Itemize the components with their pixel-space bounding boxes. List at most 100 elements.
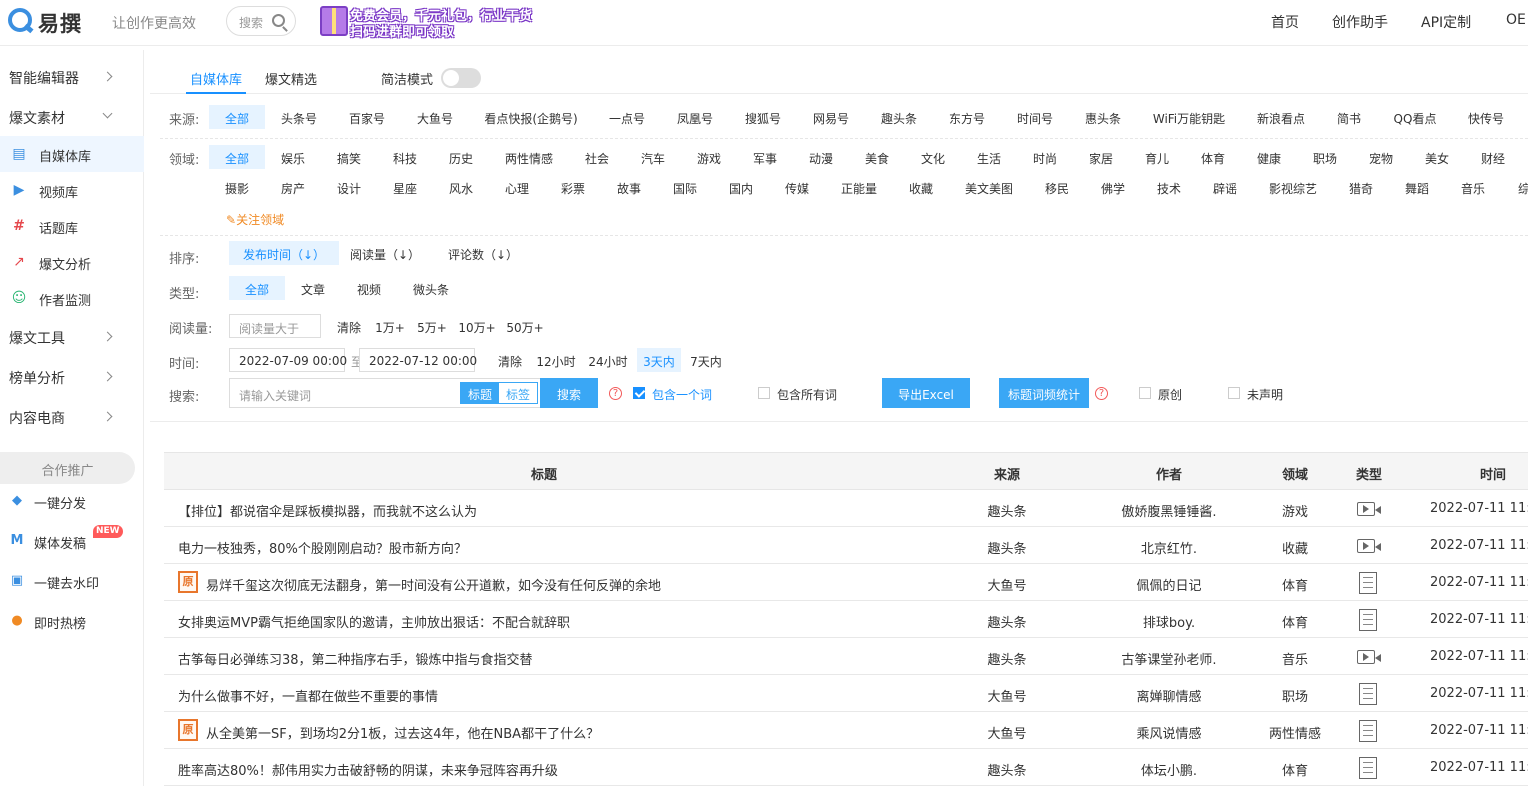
time-clear[interactable]: 清除 xyxy=(492,348,528,372)
source-option[interactable]: 头条号 xyxy=(273,105,325,129)
domain-option[interactable]: 全部 xyxy=(209,145,265,169)
domain-option[interactable]: 军事 xyxy=(743,145,787,169)
time-24h[interactable]: 24小时 xyxy=(586,348,630,372)
domain-option[interactable]: 健康 xyxy=(1247,145,1291,169)
row-author[interactable]: 傲娇腹黑锤锤酱. xyxy=(1121,501,1216,520)
original-label[interactable]: 原创 xyxy=(1158,386,1182,403)
nav-more[interactable]: OE xyxy=(1506,12,1526,28)
source-option[interactable]: 看点快报(企鹅号) xyxy=(479,105,583,129)
sort-read-count[interactable]: 阅读量（↓） xyxy=(345,241,425,265)
row-author[interactable]: 乘风说情感 xyxy=(1136,723,1201,742)
title-frequency-button[interactable]: 标题词频统计 xyxy=(999,378,1089,408)
reads-10k[interactable]: 1万+ xyxy=(372,314,408,338)
sidebar-item-article-analysis[interactable]: ↗ 爆文分析 xyxy=(0,244,144,280)
sidebar-extra-distribute[interactable]: ◆ 一键分发 xyxy=(0,488,144,518)
table-row[interactable]: 古筝每日必弹练习38，第二种指序右手，锻炼中指与食指交替 趣头条 古筝课堂孙老师. 音… xyxy=(164,638,1528,675)
domain-option[interactable]: 两性情感 xyxy=(497,145,561,169)
promo-banner[interactable]: 免费会员，千元礼包，行业干货 扫码进群即可领取 xyxy=(320,4,546,40)
domain-option[interactable]: 游戏 xyxy=(687,145,731,169)
domain-option[interactable]: 美女 xyxy=(1415,145,1459,169)
scope-tag[interactable]: 标签 xyxy=(499,383,537,403)
domain-option[interactable]: 猎奇 xyxy=(1339,175,1383,199)
domain-option[interactable]: 娱乐 xyxy=(271,145,315,169)
sidebar-group-material[interactable]: 爆文素材 xyxy=(9,108,65,128)
source-option[interactable]: 东方号 xyxy=(941,105,993,129)
export-excel-button[interactable]: 导出Excel xyxy=(882,378,970,408)
row-title[interactable]: 易烊千玺这次彻底无法翻身，第一时间没有公开道歉，如今没有任何反弹的余地 xyxy=(206,575,661,594)
domain-option[interactable]: 搞笑 xyxy=(327,145,371,169)
reads-500k[interactable]: 50万+ xyxy=(504,314,546,338)
domain-option[interactable]: 传媒 xyxy=(775,175,819,199)
row-title[interactable]: 胜率高达80%！郝伟用实力击破舒畅的阴谋，未来争冠阵容再升级 xyxy=(178,760,558,779)
row-author[interactable]: 古筝课堂孙老师. xyxy=(1121,649,1216,668)
nav-writing-assistant[interactable]: 创作助手 xyxy=(1332,12,1388,32)
row-title[interactable]: 从全美第一SF，到场均2分1板，过去这4年，他在NBA都干了什么？ xyxy=(206,723,599,742)
domain-option[interactable]: 体育 xyxy=(1191,145,1235,169)
reads-50k[interactable]: 5万+ xyxy=(414,314,450,338)
original-checkbox[interactable] xyxy=(1139,387,1151,399)
source-option[interactable]: QQ看点 xyxy=(1387,105,1443,129)
source-option[interactable]: 百家号 xyxy=(341,105,393,129)
date-from-input[interactable]: 2022-07-09 00:00 xyxy=(229,348,347,372)
row-author[interactable]: 佩佩的日记 xyxy=(1136,575,1201,594)
follow-domain-link[interactable]: ✎关注领域 xyxy=(226,211,284,228)
domain-option[interactable]: 正能量 xyxy=(833,175,885,199)
sidebar-group-tools[interactable]: 爆文工具 xyxy=(9,328,65,348)
sidebar-group-rank[interactable]: 榜单分析 xyxy=(9,368,65,388)
domain-option[interactable]: 综 xyxy=(1518,175,1528,199)
source-option[interactable]: 搜狐号 xyxy=(737,105,789,129)
undeclared-checkbox[interactable] xyxy=(1228,387,1240,399)
domain-option[interactable]: 音乐 xyxy=(1451,175,1495,199)
domain-option[interactable]: 国际 xyxy=(663,175,707,199)
domain-option[interactable]: 影视综艺 xyxy=(1261,175,1325,199)
scope-title[interactable]: 标题 xyxy=(461,383,499,403)
source-option[interactable]: 网易号 xyxy=(805,105,857,129)
domain-option[interactable]: 佛学 xyxy=(1091,175,1135,199)
source-option[interactable]: 凤凰号 xyxy=(669,105,721,129)
include-all-label[interactable]: 包含所有词 xyxy=(777,386,837,403)
row-author[interactable]: 体坛小鹏. xyxy=(1141,760,1197,779)
include-one-checkbox[interactable] xyxy=(633,387,645,399)
domain-option[interactable]: 汽车 xyxy=(631,145,675,169)
table-row[interactable]: 胜率高达80%！郝伟用实力击破舒畅的阴谋，未来争冠阵容再升级 趣头条 体坛小鹏. 体育… xyxy=(164,749,1528,786)
table-row[interactable]: 电力一枝独秀，80%个股刚刚启动？股市新方向？ 趣头条 北京红竹. 收藏 2022-07… xyxy=(164,527,1528,564)
include-one-label[interactable]: 包含一个词 xyxy=(652,386,712,403)
sidebar-group-editor[interactable]: 智能编辑器 xyxy=(9,68,79,88)
row-title[interactable]: 电力一枝独秀，80%个股刚刚启动？股市新方向？ xyxy=(178,538,467,557)
sidebar-extra-hot-list[interactable]: ● 即时热榜 xyxy=(0,608,144,638)
domain-option[interactable]: 时尚 xyxy=(1023,145,1067,169)
reads-clear[interactable]: 清除 xyxy=(331,314,367,338)
domain-option[interactable]: 心理 xyxy=(495,175,539,199)
domain-option[interactable]: 宠物 xyxy=(1359,145,1403,169)
domain-option[interactable]: 彩票 xyxy=(551,175,595,199)
help-icon[interactable]: ? xyxy=(609,387,622,400)
sidebar-item-author-monitor[interactable]: ☺ 作者监测 xyxy=(0,280,144,316)
table-row[interactable]: 为什么做事不好，一直都在做些不重要的事情 大鱼号 离婵聊情感 职场 2022-07-11… xyxy=(164,675,1528,712)
row-author[interactable]: 排球boy. xyxy=(1143,612,1195,631)
source-option[interactable]: WiFi万能钥匙 xyxy=(1147,105,1231,129)
table-row[interactable]: 【排位】都说宿伞是踩板模拟器，而我就不这么认为 趣头条 傲娇腹黑锤锤酱. 游戏 2022… xyxy=(164,490,1528,527)
domain-option[interactable]: 育儿 xyxy=(1135,145,1179,169)
domain-option[interactable]: 家居 xyxy=(1079,145,1123,169)
sidebar-item-media-library[interactable]: ▤ 自媒体库 xyxy=(0,136,144,172)
time-12h[interactable]: 12小时 xyxy=(534,348,578,372)
table-row[interactable]: 原易烊千玺这次彻底无法翻身，第一时间没有公开道歉，如今没有任何反弹的余地 大鱼号 佩… xyxy=(164,564,1528,601)
source-option[interactable]: 简书 xyxy=(1327,105,1371,129)
domain-option[interactable]: 辟谣 xyxy=(1203,175,1247,199)
undeclared-label[interactable]: 未声明 xyxy=(1247,386,1283,403)
domain-option[interactable]: 科技 xyxy=(383,145,427,169)
search-icon[interactable] xyxy=(272,14,285,27)
top-search-box[interactable]: 搜索 xyxy=(226,6,296,36)
source-option[interactable]: 全部 xyxy=(209,105,265,129)
source-option[interactable]: 惠头条 xyxy=(1077,105,1129,129)
source-option[interactable]: 新浪看点 xyxy=(1251,105,1311,129)
domain-option[interactable]: 技术 xyxy=(1147,175,1191,199)
sidebar-group-ecommerce[interactable]: 内容电商 xyxy=(9,408,65,428)
date-to-input[interactable]: 2022-07-12 00:00 xyxy=(359,348,477,372)
domain-option[interactable]: 生活 xyxy=(967,145,1011,169)
sort-comment-count[interactable]: 评论数（↓） xyxy=(443,241,523,265)
type-all[interactable]: 全部 xyxy=(229,276,285,300)
include-all-checkbox[interactable] xyxy=(758,387,770,399)
domain-option[interactable]: 移民 xyxy=(1035,175,1079,199)
domain-option[interactable]: 文化 xyxy=(911,145,955,169)
